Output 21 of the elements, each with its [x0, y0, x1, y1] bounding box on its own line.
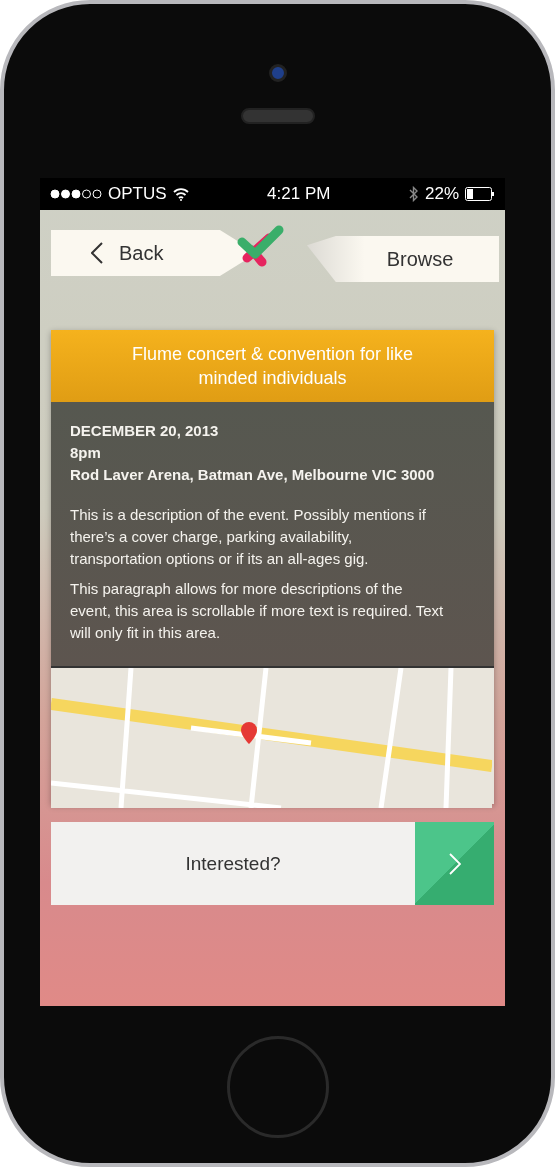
interested-label: Interested? — [51, 822, 415, 905]
bluetooth-icon — [408, 186, 419, 202]
logo-icon — [235, 224, 285, 268]
wifi-icon — [172, 187, 189, 201]
next-button[interactable] — [415, 822, 494, 905]
signal-icon — [50, 189, 102, 199]
event-title: Flume concert & convention for like minded individuals — [51, 330, 494, 402]
clock-time: 4:21 PM — [267, 184, 331, 204]
event-venue: Rod Laver Arena, Batman Ave, Melbourne VIC 3000 — [70, 465, 436, 485]
chevron-left-icon — [91, 242, 103, 264]
chevron-right-icon — [448, 852, 461, 875]
event-description: This is a description of the event. Possibly mentions if there’s a cover charge, parking availability, transportation options or if its an all-ages gig. — [70, 505, 427, 569]
browse-button[interactable]: Browse — [307, 236, 499, 282]
event-description: This paragraph allows for more descriptions of the event, this area is scrollable if more text is required. Text will only fit in this area. — [70, 579, 444, 643]
event-time: 8pm — [70, 443, 102, 463]
camera-icon — [268, 64, 287, 82]
event-date: DECEMBER 20, 2013 — [70, 421, 220, 441]
carrier-name: OPTUS — [108, 184, 167, 204]
battery-percentage: 22% — [424, 184, 459, 204]
battery-icon — [465, 187, 495, 201]
speaker-icon — [240, 108, 315, 124]
